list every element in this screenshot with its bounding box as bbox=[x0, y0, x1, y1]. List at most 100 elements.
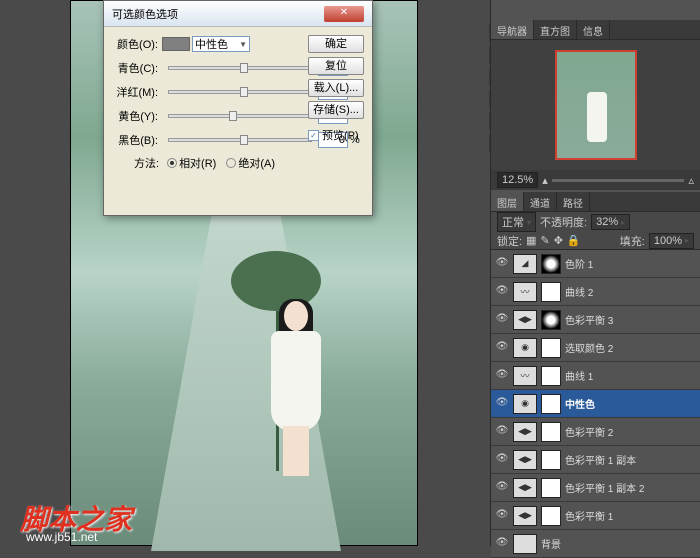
layer-thumb[interactable]: ◉ bbox=[513, 394, 537, 414]
slider-track[interactable] bbox=[168, 114, 312, 118]
fill-label: 填充: bbox=[620, 233, 645, 249]
zoom-in-icon[interactable]: ▵ bbox=[688, 174, 694, 187]
slider-track[interactable] bbox=[168, 138, 312, 142]
layer-name: 背景 bbox=[541, 536, 696, 551]
layer-thumb[interactable]: ◀▶ bbox=[513, 506, 537, 526]
layer-row[interactable]: 👁 〰 曲线 2 bbox=[491, 278, 700, 306]
slider-label: 黑色(B): bbox=[114, 132, 162, 148]
tab-navigator[interactable]: 导航器 bbox=[491, 20, 534, 39]
layer-row[interactable]: 👁 ◀▶ 色彩平衡 1 副本 bbox=[491, 446, 700, 474]
layer-row[interactable]: 👁◀▶色彩平衡 3 bbox=[491, 306, 700, 334]
layer-mask[interactable] bbox=[541, 310, 561, 330]
visibility-icon[interactable]: 👁 bbox=[495, 509, 509, 523]
visibility-icon[interactable]: 👁 bbox=[495, 369, 509, 383]
visibility-icon[interactable]: 👁 bbox=[495, 257, 509, 271]
opacity-input[interactable]: 32%▸ bbox=[591, 214, 630, 230]
visibility-icon[interactable]: 👁 bbox=[495, 537, 509, 551]
layer-row[interactable]: 👁 ◀▶ 色彩平衡 1 bbox=[491, 502, 700, 530]
visibility-icon[interactable]: 👁 bbox=[495, 341, 509, 355]
method-radio[interactable]: 相对(R) bbox=[167, 155, 216, 171]
dialog-titlebar[interactable]: 可选颜色选项 ✕ bbox=[104, 1, 372, 27]
layer-row[interactable]: 👁 ◀▶ 色彩平衡 1 副本 2 bbox=[491, 474, 700, 502]
layer-mask[interactable] bbox=[541, 282, 561, 302]
layer-name: 色彩平衡 1 副本 bbox=[565, 452, 696, 467]
visibility-icon[interactable]: 👁 bbox=[495, 285, 509, 299]
layer-row[interactable]: 👁 〰 曲线 1 bbox=[491, 362, 700, 390]
tab-layers[interactable]: 图层 bbox=[491, 192, 524, 211]
layer-thumb[interactable]: ◢ bbox=[513, 254, 537, 274]
layer-name: 色彩平衡 1 bbox=[565, 508, 696, 523]
lock-icon[interactable]: ✎ bbox=[540, 234, 549, 247]
layer-thumb[interactable]: ◉ bbox=[513, 338, 537, 358]
layer-mask[interactable] bbox=[541, 450, 561, 470]
chevron-down-icon: ▼ bbox=[239, 40, 247, 49]
selective-color-dialog: 可选颜色选项 ✕ 颜色(O): 中性色 ▼ 青色(C):0%洋红(M):0%黄色… bbox=[103, 0, 373, 216]
slider-thumb[interactable] bbox=[229, 111, 237, 121]
close-icon[interactable]: ✕ bbox=[324, 6, 364, 22]
load-button[interactable]: 载入(L)... bbox=[308, 79, 364, 97]
layer-mask[interactable] bbox=[541, 506, 561, 526]
lock-icon[interactable]: 🔒 bbox=[567, 234, 581, 247]
layer-thumb[interactable]: ◀▶ bbox=[513, 478, 537, 498]
layer-name: 色彩平衡 2 bbox=[565, 424, 696, 439]
slider-thumb[interactable] bbox=[240, 87, 248, 97]
blend-mode-dropdown[interactable]: 正常▾ bbox=[497, 212, 536, 232]
layer-thumb[interactable]: 〰 bbox=[513, 366, 537, 386]
layer-name: 选取颜色 2 bbox=[565, 340, 696, 355]
visibility-icon[interactable]: 👁 bbox=[495, 453, 509, 467]
color-dropdown[interactable]: 中性色 ▼ bbox=[192, 36, 250, 52]
reset-button[interactable]: 复位 bbox=[308, 57, 364, 75]
layer-thumb[interactable]: ◀▶ bbox=[513, 310, 537, 330]
ok-button[interactable]: 确定 bbox=[308, 35, 364, 53]
navigator-preview[interactable] bbox=[491, 40, 700, 170]
save-button[interactable]: 存储(S)... bbox=[308, 101, 364, 119]
dialog-title: 可选颜色选项 bbox=[112, 6, 178, 22]
layer-thumb[interactable]: ◀▶ bbox=[513, 422, 537, 442]
visibility-icon[interactable]: 👁 bbox=[495, 397, 509, 411]
layer-thumb[interactable]: ◀▶ bbox=[513, 450, 537, 470]
visibility-icon[interactable]: 👁 bbox=[495, 313, 509, 327]
layer-name: 中性色 bbox=[565, 396, 696, 411]
tab-histogram[interactable]: 直方图 bbox=[534, 20, 577, 39]
layer-mask[interactable] bbox=[541, 422, 561, 442]
method-radio[interactable]: 绝对(A) bbox=[226, 155, 275, 171]
slider-thumb[interactable] bbox=[240, 135, 248, 145]
layer-mask[interactable] bbox=[541, 478, 561, 498]
panels: 导航器 直方图 信息 12.5% ▴ ▵ 图层 通道 路径 正常▾ 不透明度: … bbox=[490, 0, 700, 546]
slider-track[interactable] bbox=[168, 90, 312, 94]
lock-icon[interactable]: ▦ bbox=[526, 234, 536, 247]
layer-name: 曲线 1 bbox=[565, 368, 696, 383]
slider-thumb[interactable] bbox=[240, 63, 248, 73]
tab-channels[interactable]: 通道 bbox=[524, 192, 557, 211]
method-label: 方法: bbox=[134, 155, 159, 171]
layer-thumb[interactable] bbox=[513, 534, 537, 554]
lock-label: 锁定: bbox=[497, 233, 522, 249]
tab-info[interactable]: 信息 bbox=[577, 20, 610, 39]
preview-label: 预览(P) bbox=[322, 127, 359, 143]
visibility-icon[interactable]: 👁 bbox=[495, 481, 509, 495]
layer-mask[interactable] bbox=[541, 254, 561, 274]
layer-name: 曲线 2 bbox=[565, 284, 696, 299]
zoom-slider[interactable] bbox=[552, 179, 685, 182]
layer-mask[interactable] bbox=[541, 338, 561, 358]
lock-icon[interactable]: ✥ bbox=[554, 234, 563, 247]
image-person bbox=[261, 271, 331, 481]
fill-input[interactable]: 100%▸ bbox=[649, 233, 694, 249]
layer-name: 色阶 1 bbox=[565, 256, 696, 271]
layer-mask[interactable] bbox=[541, 394, 561, 414]
layer-thumb[interactable]: 〰 bbox=[513, 282, 537, 302]
layer-row[interactable]: 👁 背景 bbox=[491, 530, 700, 558]
tab-paths[interactable]: 路径 bbox=[557, 192, 590, 211]
layer-row[interactable]: 👁 ◉ 选取颜色 2 bbox=[491, 334, 700, 362]
preview-checkbox[interactable]: ✓ bbox=[308, 130, 319, 141]
layer-row[interactable]: 👁 ◢ 色阶 1 bbox=[491, 250, 700, 278]
layer-mask[interactable] bbox=[541, 366, 561, 386]
zoom-out-icon[interactable]: ▴ bbox=[542, 174, 548, 187]
layer-row[interactable]: 👁 ◀▶ 色彩平衡 2 bbox=[491, 418, 700, 446]
visibility-icon[interactable]: 👁 bbox=[495, 425, 509, 439]
layer-row[interactable]: 👁 ◉ 中性色 bbox=[491, 390, 700, 418]
layer-name: 色彩平衡 1 副本 2 bbox=[565, 480, 696, 495]
slider-track[interactable] bbox=[168, 66, 312, 70]
zoom-value[interactable]: 12.5% bbox=[497, 172, 538, 188]
color-swatch[interactable] bbox=[162, 37, 190, 51]
